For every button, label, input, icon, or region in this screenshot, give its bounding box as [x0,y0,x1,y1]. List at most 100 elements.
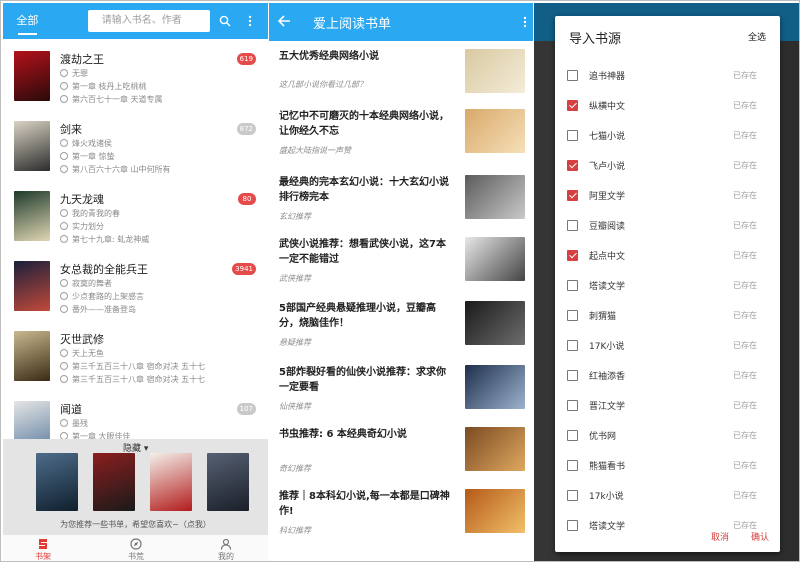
book-item[interactable]: 女总裁的全能兵王 寂寞的舞者 少点套路的上架感言 番外——准备登岛 3941 [3,259,268,329]
book-cover[interactable] [14,121,50,171]
check-circle-icon [60,375,68,383]
source-checkbox[interactable] [567,400,578,411]
nav-profile[interactable]: 我的 [206,537,246,561]
article-item[interactable]: 5部炸裂好看的仙侠小说推荐：求求你一定要看 仙侠推荐 [269,363,533,423]
article-item[interactable]: 推荐｜8本科幻小说,每一本都是口碑神作! 科幻推荐 [269,487,533,547]
book-item[interactable]: 九天龙魂 我的青我的春 实力划分 第七十九章: 虬龙神威 80 [3,189,268,259]
recommend-cover[interactable] [150,453,192,511]
source-row[interactable]: 纵横中文 已存在 [567,92,767,122]
article-item[interactable]: 武侠小说推荐：想看武侠小说，这7本一定不能错过 武侠推荐 [269,235,533,295]
source-checkbox[interactable] [567,310,578,321]
book-cover[interactable] [14,51,50,101]
source-row[interactable]: 塔读文学 已存在 [567,272,767,302]
article-thumbnail[interactable] [465,489,525,533]
source-row[interactable]: 17k小说 已存在 [567,482,767,512]
book-latest-text: 第八百六十六章 山中何所有 [72,165,171,174]
recommend-cover[interactable] [36,453,78,511]
source-row[interactable]: 17K小说 已存在 [567,332,767,362]
recommend-cover[interactable] [93,453,135,511]
author-icon [60,279,68,287]
source-checkbox[interactable] [567,370,578,381]
source-checkbox[interactable] [567,220,578,231]
recommend-caption[interactable]: 为您推荐一些书单，希望您喜欢~（点我） [3,519,268,530]
book-cover[interactable] [14,331,50,381]
recommend-cover[interactable] [207,453,249,511]
nav-bookshelf[interactable]: 书架 [23,537,63,561]
source-checkbox[interactable] [567,520,578,531]
article-item[interactable]: 书虫推荐: 6 本经典奇幻小说 奇幻推荐 [269,425,533,485]
article-subtitle: 盛起大陆指说一声赞 [279,146,351,155]
book-author-text: 天上无鱼 [72,349,104,358]
book-cover[interactable] [14,261,50,311]
article-thumbnail[interactable] [465,237,525,281]
source-name: 熊猫看书 [589,462,626,472]
source-name: 追书神器 [589,72,626,82]
source-status: 已存在 [733,281,757,290]
article-item[interactable]: 最经典的完本玄幻小说：十大玄幻小说排行榜完本 玄幻推荐 [269,173,533,233]
source-checkbox[interactable] [567,340,578,351]
source-name: 飞卢小说 [589,162,626,172]
source-row[interactable]: 刺猬猫 已存在 [567,302,767,332]
book-author: 烽火戏诸侯 [60,138,112,149]
more-vert-icon[interactable] [523,13,527,32]
article-title: 五大优秀经典网络小说 [279,51,379,62]
source-row[interactable]: 塔读文学 已存在 [567,512,767,542]
recommend-panel[interactable]: 隐藏 ▾ 为您推荐一些书单，希望您喜欢~（点我） [3,439,268,534]
cancel-button[interactable]: 取消 [711,530,729,543]
source-status: 已存在 [733,101,757,110]
article-item[interactable]: 5部国产经典悬疑推理小说，豆瓣高分，烧脑佳作！ 悬疑推荐 [269,299,533,359]
tab-all[interactable]: 全部 [11,3,44,39]
source-row[interactable]: 红袖添香 已存在 [567,362,767,392]
source-checkbox[interactable] [567,280,578,291]
source-row[interactable]: 晋江文学 已存在 [567,392,767,422]
article-item[interactable]: 五大优秀经典网络小说 这几部小说你看过几部？ [269,47,533,107]
compass-icon [116,537,156,551]
nav-discover[interactable]: 书荒 [116,537,156,561]
article-thumbnail[interactable] [465,175,525,219]
source-row[interactable]: 七猫小说 已存在 [567,122,767,152]
article-title: 记忆中不可磨灭的十本经典网络小说，让你经久不忘 [279,111,449,137]
source-row[interactable]: 熊猫看书 已存在 [567,452,767,482]
source-checkbox[interactable] [567,160,578,171]
article-thumbnail[interactable] [465,109,525,153]
source-status: 已存在 [733,71,757,80]
article-thumbnail[interactable] [465,49,525,93]
booklist-header: 爱上阅读书单 [269,3,533,41]
book-item[interactable]: 渡劫之王 无罪 第一章 枝丹上吃桃桃 第六百七十一章 天道专属 619 [3,49,268,119]
article-thumbnail[interactable] [465,301,525,345]
source-checkbox[interactable] [567,130,578,141]
article-thumbnail[interactable] [465,427,525,471]
book-item[interactable]: 剑来 烽火戏诸侯 第一章 惊蛰 第八百六十六章 山中何所有 872 [3,119,268,189]
source-status: 已存在 [733,461,757,470]
article-thumbnail[interactable] [465,365,525,409]
source-checkbox[interactable] [567,100,578,111]
source-row[interactable]: 起点中文 已存在 [567,242,767,272]
search-input[interactable]: 请输入书名、作者 [87,10,210,32]
source-checkbox[interactable] [567,250,578,261]
book-item[interactable]: 灭世武修 天上无鱼 第三千五百三十八章 宿命对决 五十七 第三千五百三十八章 宿… [3,329,268,399]
book-cover[interactable] [14,191,50,241]
source-row[interactable]: 飞卢小说 已存在 [567,152,767,182]
source-row[interactable]: 追书神器 已存在 [567,62,767,92]
article-subtitle: 奇幻推荐 [279,464,311,473]
source-row[interactable]: 阿里文学 已存在 [567,182,767,212]
more-vert-icon[interactable] [241,11,260,31]
source-checkbox[interactable] [567,490,578,501]
unread-badge: 872 [236,123,256,135]
search-icon[interactable] [216,11,235,31]
source-name: 起点中文 [589,252,626,262]
bottom-nav: 书架 书荒 我的 [3,534,268,561]
back-arrow-icon[interactable] [277,13,291,32]
source-checkbox[interactable] [567,190,578,201]
confirm-button[interactable]: 确认 [751,530,769,543]
source-checkbox[interactable] [567,70,578,81]
clock-icon [60,222,68,230]
source-row[interactable]: 豆瓣阅读 已存在 [567,212,767,242]
select-all-button[interactable]: 全选 [748,30,766,43]
source-row[interactable]: 优书网 已存在 [567,422,767,452]
source-checkbox[interactable] [567,460,578,471]
page-title: 爱上阅读书单 [313,17,392,32]
source-status: 已存在 [733,221,757,230]
article-item[interactable]: 记忆中不可磨灭的十本经典网络小说，让你经久不忘 盛起大陆指说一声赞 [269,107,533,167]
source-checkbox[interactable] [567,430,578,441]
